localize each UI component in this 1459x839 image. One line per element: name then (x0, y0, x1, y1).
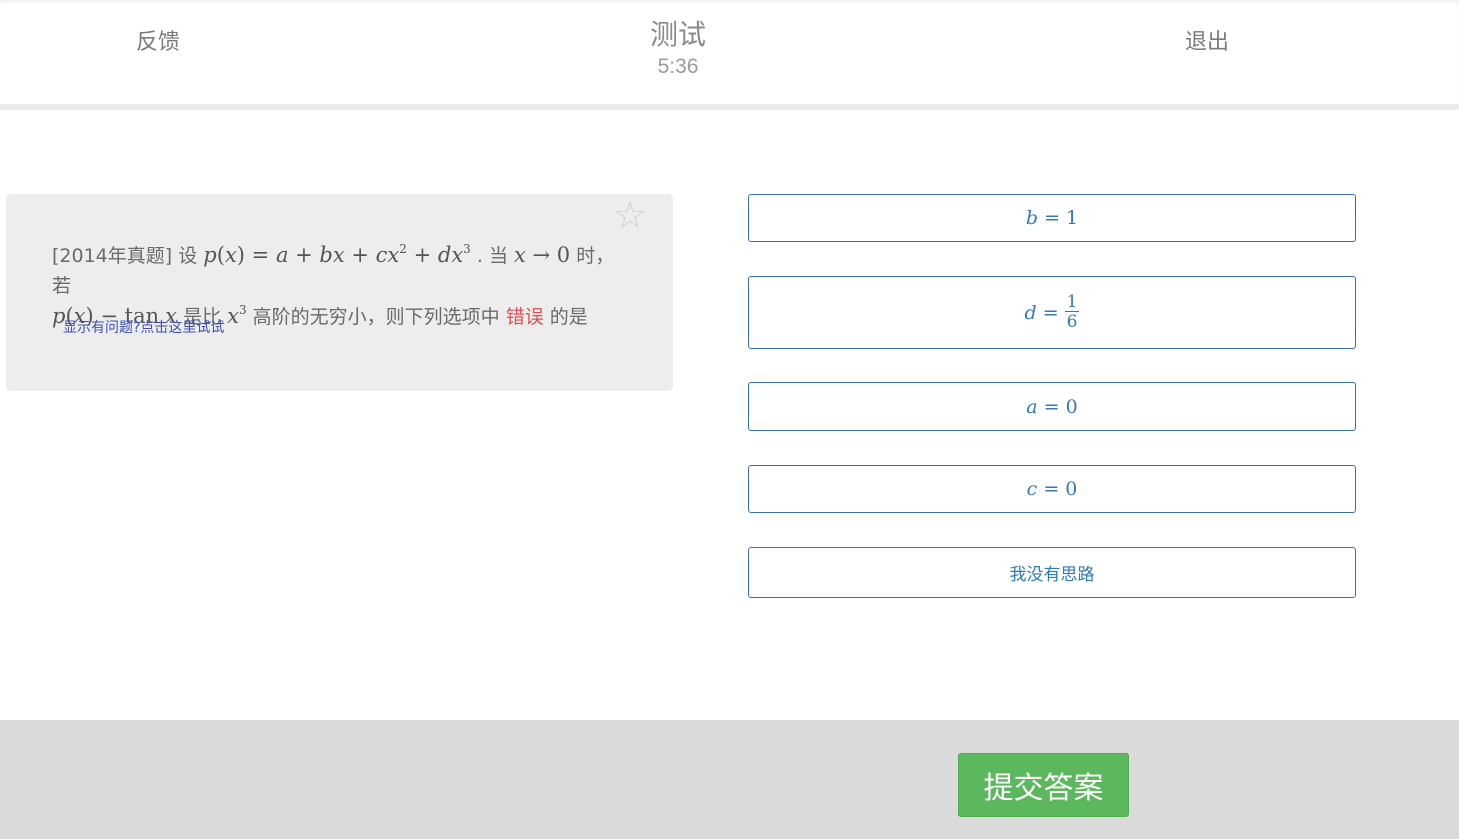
math-var: x (514, 243, 526, 267)
math-var: x (224, 243, 237, 267)
fraction: 1 6 (1065, 293, 1080, 332)
option-c-equals-0[interactable]: c = 0 (748, 465, 1356, 513)
math-var: bx (319, 243, 345, 267)
fraction-numerator: 1 (1066, 292, 1078, 312)
feedback-button[interactable]: 反馈 (136, 24, 180, 56)
option-value: 1 (1066, 207, 1079, 229)
math-paren: ( (216, 243, 225, 267)
option-var: d (1024, 301, 1037, 324)
question-card: ☆ [2014年真题] 设 p(x) = a + bx + cx2 + dx3 … (6, 194, 673, 391)
math-formula-p: p (203, 243, 217, 267)
math-op: + (288, 243, 320, 267)
footer-bar: 提交答案 (0, 720, 1459, 839)
exit-button[interactable]: 退出 (1185, 24, 1229, 56)
option-a-equals-0[interactable]: a = 0 (748, 382, 1356, 431)
math-var: x3 (227, 303, 247, 328)
option-var: a (1026, 395, 1038, 418)
math-op: + (344, 243, 376, 267)
display-issue-link[interactable]: 显示有问题?点击这里试试 (63, 317, 224, 337)
option-label: 我没有思路 (1009, 565, 1095, 585)
submit-answer-button[interactable]: 提交答案 (958, 753, 1129, 817)
option-value: 0 (1065, 395, 1078, 418)
option-var: c (1026, 478, 1038, 500)
star-outline-icon[interactable]: ☆ (613, 195, 647, 235)
page-title: 测试 (649, 18, 706, 51)
option-d-equals-one-sixth[interactable]: d = 1 6 (748, 276, 1356, 349)
math-op: + (406, 243, 438, 267)
option-b-equals-1[interactable]: b = 1 (748, 194, 1356, 242)
question-text-segment: 的是 (549, 306, 588, 328)
quiz-page: 反馈 测试 5:36 退出 ☆ [2014年真题] 设 p(x) = a + b… (0, 0, 1459, 839)
header-divider (0, 104, 1459, 110)
option-eq: = (1043, 478, 1060, 500)
fraction-denominator: 6 (1066, 312, 1078, 332)
option-var: b (1025, 207, 1039, 229)
option-eq: = (1042, 301, 1059, 324)
math-var: dx3 (437, 242, 471, 267)
option-eq: = (1044, 207, 1060, 229)
question-text-segment: . 当 (476, 245, 508, 267)
option-eq: = (1043, 395, 1060, 418)
option-value: 0 (1065, 478, 1078, 500)
question-text-segment: 设 (178, 245, 198, 267)
math-limit: → 0 (525, 243, 571, 267)
countdown-timer: 5:36 (657, 55, 699, 78)
math-var: cx2 (375, 242, 407, 267)
option-no-idea[interactable]: 我没有思路 (748, 547, 1356, 598)
question-source: [2014年真题] (52, 245, 173, 267)
error-keyword: 错误 (505, 306, 544, 328)
title-block: 测试 5:36 (578, 18, 778, 80)
top-bar: 反馈 测试 5:36 退出 (0, 0, 1459, 104)
math-paren: ) = (236, 243, 276, 267)
question-text-segment: 高阶的无穷小，则下列选项中 (252, 306, 500, 328)
math-var: a (275, 243, 289, 267)
